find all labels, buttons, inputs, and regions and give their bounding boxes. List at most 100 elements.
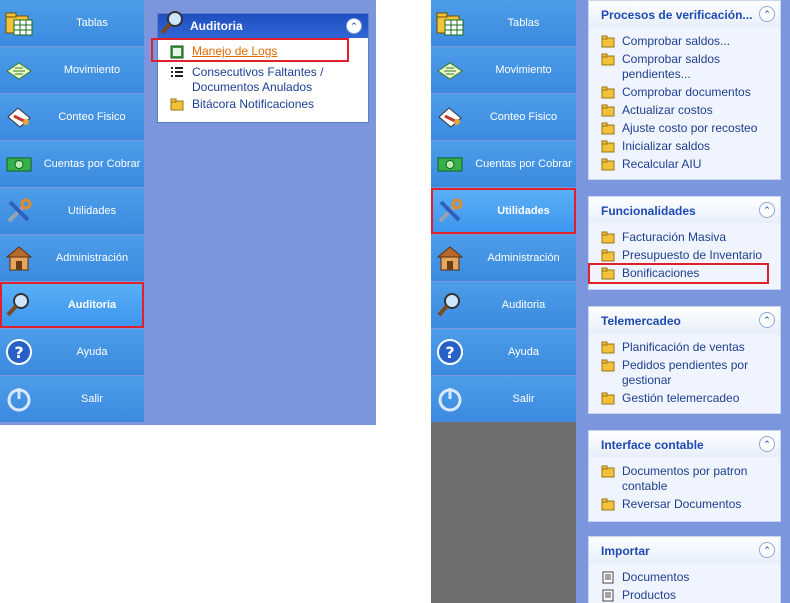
task-link-label: Planificación de ventas [622, 340, 745, 354]
folder-icon [601, 498, 615, 511]
left-nav-cuentas-por-cobrar[interactable]: Cuentas por Cobrar [0, 141, 144, 187]
task-link-label: Documentos [622, 570, 690, 584]
list-icon [170, 66, 184, 80]
right-nav-ayuda[interactable]: ? Ayuda [431, 329, 576, 375]
task-link[interactable]: Comprobar saldos... [601, 34, 776, 49]
log-book-icon [170, 45, 184, 59]
menu-item-consecutivos-faltantes[interactable]: Consecutivos Faltantes / Documentos Anul… [170, 65, 362, 95]
right-nav-utilidades[interactable]: Utilidades [431, 188, 576, 234]
chevron-up-icon[interactable]: ⌃ [346, 18, 362, 34]
house-icon [435, 243, 465, 273]
task-link-label: Comprobar saldos... [622, 34, 731, 48]
svg-text:?: ? [14, 343, 23, 362]
folder-icon [601, 392, 615, 405]
task-link-label: Actualizar costos [622, 103, 713, 117]
task-link[interactable]: Gestión telemercadeo [601, 391, 776, 406]
task-link[interactable]: Ajuste costo por recosteo [601, 121, 776, 136]
task-link-label: Ajuste costo por recosteo [622, 121, 758, 135]
chevron-up-icon[interactable]: ⌃ [759, 436, 775, 452]
section-header[interactable]: Importar ⌃ [589, 537, 780, 563]
folder-table-icon [435, 8, 465, 38]
right-nav-tablas[interactable]: Tablas [431, 0, 576, 46]
left-nav-label: Salir [80, 393, 103, 405]
chevron-up-icon[interactable]: ⌃ [759, 202, 775, 218]
right-nav-label: Cuentas por Cobrar [475, 158, 572, 170]
right-nav-label: Movimiento [495, 64, 552, 76]
left-nav-utilidades[interactable]: Utilidades [0, 188, 144, 234]
right-nav-cuentas-por-cobrar[interactable]: Cuentas por Cobrar [431, 141, 576, 187]
folder-icon [601, 53, 615, 66]
task-link-label: Facturación Masiva [622, 230, 727, 244]
section-title: Telemercadeo [601, 314, 681, 328]
task-link-label: Recalcular AIU [622, 157, 702, 171]
task-link[interactable]: Presupuesto de Inventario [601, 248, 776, 263]
right-nav-conteo-fisico[interactable]: Conteo Fisico [431, 94, 576, 140]
money-icon [435, 149, 465, 179]
right-nav-salir[interactable]: Salir [431, 376, 576, 422]
left-nav-label: Ayuda [76, 346, 108, 358]
chevron-up-icon[interactable]: ⌃ [759, 312, 775, 328]
section-funcionalidades: Funcionalidades ⌃ Facturación Masiva Pre… [588, 196, 781, 290]
task-link[interactable]: Planificación de ventas [601, 340, 776, 355]
right-nav: Tablas Movimiento Conteo Fisico Cuentas … [431, 0, 576, 423]
magnifier-icon [158, 8, 188, 38]
folder-icon [601, 249, 615, 262]
help-icon: ? [4, 337, 34, 367]
section-title: Funcionalidades [601, 204, 696, 218]
folder-table-icon [4, 8, 34, 38]
task-link[interactable]: Comprobar saldos pendientes... [601, 52, 776, 82]
task-link-label: Documentos por patron contable [622, 464, 748, 493]
left-nav-label: Movimiento [63, 64, 121, 76]
section-header[interactable]: Telemercadeo ⌃ [589, 307, 780, 333]
section-telemercadeo: Telemercadeo ⌃ Planificación de ventas P… [588, 306, 781, 414]
task-link[interactable]: Recalcular AIU [601, 157, 776, 172]
folder-icon [601, 140, 615, 153]
left-nav-conteo-fisico[interactable]: Conteo Fisico [0, 94, 144, 140]
right-nav-auditoria[interactable]: Auditoria [431, 282, 576, 328]
task-link[interactable]: Pedidos pendientes por gestionar [601, 358, 776, 388]
task-link[interactable]: Reversar Documentos [601, 497, 776, 512]
task-link-label: Comprobar documentos [622, 85, 751, 99]
section-header[interactable]: Interface contable ⌃ [589, 431, 780, 457]
task-link[interactable]: Comprobar documentos [601, 85, 776, 100]
chevron-up-icon[interactable]: ⌃ [759, 6, 775, 22]
menu-item-bitacora-notificaciones[interactable]: Bitácora Notificaciones [170, 97, 362, 112]
left-nav-ayuda[interactable]: ? Ayuda [0, 329, 144, 375]
menu-item-label: Consecutivos Faltantes / Documentos Anul… [192, 65, 324, 94]
section-title: Procesos de verificación... [601, 8, 753, 22]
folder-icon [601, 359, 615, 372]
section-body: Comprobar saldos... Comprobar saldos pen… [589, 27, 780, 181]
section-body: Documentos por patron contable Reversar … [589, 457, 780, 521]
left-nav-administracion[interactable]: Administración [0, 235, 144, 281]
task-link[interactable]: Productos [601, 588, 776, 603]
import-document-icon [601, 589, 615, 602]
menu-item-manejo-de-logs[interactable]: Manejo de Logs [170, 44, 362, 59]
folder-icon [601, 86, 615, 99]
left-nav-salir[interactable]: Salir [0, 376, 144, 422]
section-header[interactable]: Procesos de verificación... ⌃ [589, 1, 780, 27]
chevron-up-icon[interactable]: ⌃ [759, 542, 775, 558]
money-icon [4, 149, 34, 179]
left-nav-label: Cuentas por Cobrar [43, 158, 141, 170]
right-nav-label: Salir [512, 393, 535, 405]
tools-icon [4, 196, 34, 226]
folder-icon [601, 158, 615, 171]
task-link[interactable]: Inicializar saldos [601, 139, 776, 154]
task-link[interactable]: Facturación Masiva [601, 230, 776, 245]
left-screenshot: Tablas Movimiento Conteo Fisico Cuentas … [0, 0, 376, 425]
task-link[interactable]: Documentos por patron contable [601, 464, 776, 494]
folder-icon [601, 231, 615, 244]
task-link[interactable]: Actualizar costos [601, 103, 776, 118]
section-header[interactable]: Funcionalidades ⌃ [589, 197, 780, 223]
task-link[interactable]: Documentos [601, 570, 776, 585]
left-nav-movimiento[interactable]: Movimiento [0, 47, 144, 93]
right-nav-administracion[interactable]: Administración [431, 235, 576, 281]
svg-text:?: ? [445, 343, 454, 362]
power-icon [435, 384, 465, 414]
clipboard-pen-icon [4, 102, 34, 132]
section-body: Documentos Productos [589, 563, 780, 603]
task-link[interactable]: Bonificaciones [601, 266, 776, 281]
right-nav-movimiento[interactable]: Movimiento [431, 47, 576, 93]
left-nav-auditoria[interactable]: Auditoria [0, 282, 144, 328]
left-nav-tablas[interactable]: Tablas [0, 0, 144, 46]
